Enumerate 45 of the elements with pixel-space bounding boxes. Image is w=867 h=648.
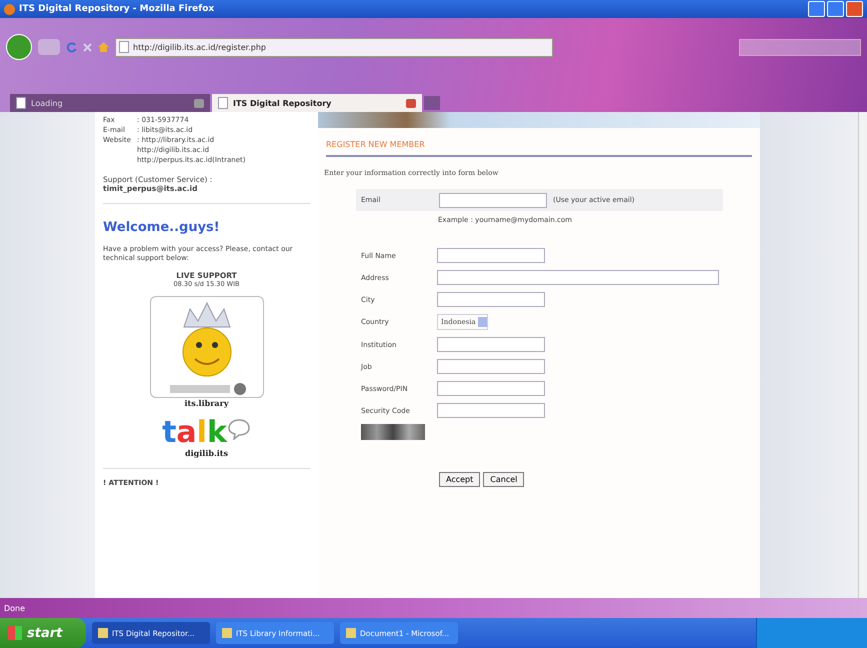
input-field[interactable] [437, 359, 545, 374]
input-field[interactable] [437, 403, 545, 418]
input-field[interactable] [437, 292, 545, 307]
input-field[interactable] [437, 337, 545, 352]
input-field[interactable] [437, 381, 545, 396]
page-icon [119, 41, 129, 53]
forward-button[interactable] [38, 39, 60, 55]
browser-tab[interactable]: ITS Digital Repository [212, 94, 422, 112]
close-button[interactable] [846, 1, 863, 17]
logo-text: talk [162, 418, 227, 448]
windows-logo-icon [8, 626, 22, 640]
tab-label: Loading [31, 98, 64, 108]
window-icon [222, 628, 232, 638]
chat-id: digilib.its [184, 448, 229, 458]
browser-icon [4, 4, 15, 14]
page-icon [16, 97, 26, 109]
input-field[interactable] [437, 270, 719, 285]
back-button[interactable] [6, 34, 32, 60]
window-title: ITS Digital Repository - Mozilla Firefox [19, 4, 216, 14]
close-icon[interactable] [194, 98, 204, 108]
reload-icon[interactable] [66, 42, 77, 52]
minimize-button[interactable] [808, 1, 825, 17]
close-icon[interactable] [406, 98, 416, 108]
input-field[interactable] [437, 248, 545, 263]
browser-tab[interactable]: Loading [10, 94, 210, 112]
messenger-id: its.library [184, 398, 230, 408]
window-icon [98, 628, 108, 638]
form-button[interactable]: Accept [439, 472, 480, 487]
window-icon [346, 628, 356, 638]
form-button[interactable]: Cancel [483, 472, 524, 487]
url-text: http://digilib.its.ac.id/register.php [133, 42, 266, 52]
search-field[interactable] [739, 38, 861, 56]
status-text: Done [4, 604, 26, 612]
address-field[interactable]: http://digilib.its.ac.id/register.php [115, 38, 553, 56]
captcha-image [361, 424, 425, 440]
speech-bubble-icon [226, 418, 251, 440]
page-heading: REGISTER NEW MEMBER [326, 140, 752, 157]
scrollbar[interactable] [858, 112, 867, 598]
start-button[interactable]: start [0, 618, 86, 648]
tab-label: ITS Digital Repository [233, 98, 332, 108]
maximize-button[interactable] [827, 1, 844, 17]
stop-icon[interactable] [83, 42, 92, 52]
welcome-heading: Welcome..guys! [103, 220, 221, 235]
email-field[interactable] [439, 192, 547, 208]
page-icon [218, 97, 228, 109]
